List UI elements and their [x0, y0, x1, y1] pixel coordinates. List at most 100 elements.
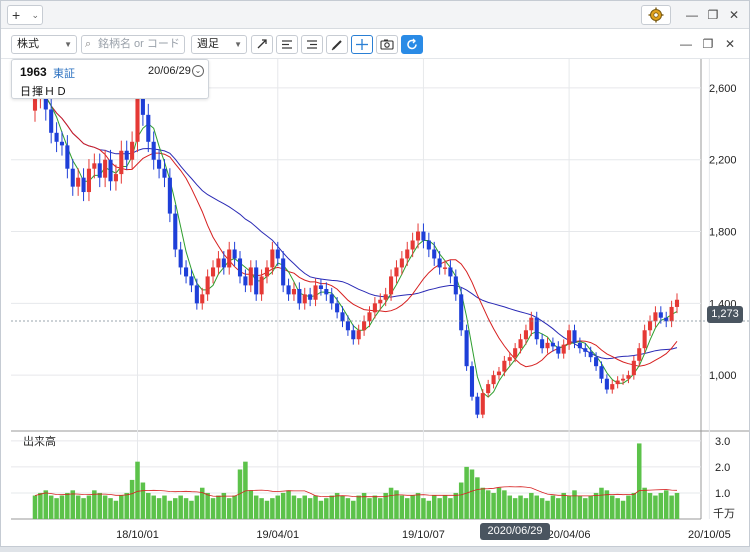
volume-bar [124, 492, 129, 519]
candle-body [205, 276, 210, 295]
volume-bar [43, 490, 49, 519]
crosshair-tool-button[interactable] [351, 35, 373, 54]
indicator-settings-button[interactable] [301, 35, 323, 54]
time-tick-label: 20/10/05 [688, 529, 731, 541]
candle-body [313, 285, 318, 300]
candle-body [507, 357, 512, 361]
ma-mid-line [34, 89, 678, 368]
volume-bar [226, 498, 232, 519]
restore-button[interactable]: ❐ [704, 6, 722, 24]
candle-body [475, 396, 480, 415]
refresh-button[interactable] [401, 35, 423, 54]
period-value: 週足 [197, 38, 219, 50]
pane-popout-button[interactable]: ❐ [699, 35, 717, 53]
price-tick-label: 1,000 [709, 370, 737, 382]
candle-body [59, 141, 65, 146]
candle-body [243, 276, 248, 286]
candle-body [583, 348, 588, 352]
draw-tool-button[interactable] [326, 35, 348, 54]
period-select[interactable]: 週足 ▼ [191, 35, 247, 54]
pane-close-button[interactable]: ✕ [721, 35, 739, 53]
indicator-list-button[interactable] [276, 35, 298, 54]
search-icon: ⌕ [85, 38, 92, 50]
candle-body [108, 159, 113, 182]
volume-bar [534, 495, 539, 519]
candle-body [631, 360, 636, 376]
candle-body [405, 249, 410, 259]
candle-body [232, 249, 237, 259]
volume-bar [162, 495, 167, 519]
volume-bar [307, 498, 313, 519]
volume-bar [329, 495, 334, 519]
volume-bar [146, 492, 151, 519]
candle-body [496, 371, 502, 376]
settings-button[interactable] [641, 5, 671, 25]
volume-bar [81, 498, 86, 519]
price-tick-label: 2,200 [709, 155, 737, 167]
minimize-button[interactable]: — [683, 6, 701, 24]
add-button[interactable]: + ⌄ [7, 5, 43, 25]
candle-body [173, 213, 178, 250]
candle-body [329, 294, 334, 304]
chart-toolbar: 株式 ▼ ⌕ 銘柄名 or コード 週足 ▼ — ❐ ✕ [1, 29, 749, 59]
candle-body [124, 150, 129, 160]
asset-type-select[interactable]: 株式 ▼ [11, 35, 77, 54]
candle-body [189, 276, 194, 286]
volume-bar [674, 492, 680, 519]
volume-bar [259, 498, 264, 519]
candle-body [610, 384, 615, 390]
candle-body [421, 231, 426, 241]
volume-bar [653, 495, 658, 519]
volume-bar [286, 490, 291, 519]
candle-body [86, 168, 91, 193]
candle-body [540, 339, 545, 349]
candle-body [426, 240, 431, 250]
volume-bar [572, 490, 577, 519]
volume-tick-label: 1.0 [715, 488, 730, 500]
candle-body [615, 380, 620, 385]
list-alt-icon [307, 40, 317, 49]
trendline-tool-button[interactable] [251, 35, 273, 54]
volume-bar [583, 498, 588, 519]
volume-bar [502, 490, 507, 519]
price-chart[interactable]: 出来高 千万 2,6002,2001,8001,4001,0003.02.01.… [1, 59, 749, 547]
volume-bar [577, 495, 583, 519]
candle-body [146, 114, 151, 142]
volume-bar [48, 495, 54, 519]
candle-body [502, 360, 507, 372]
volume-bar [167, 500, 173, 519]
candle-body [383, 294, 388, 300]
symbol-code: 1963 [20, 65, 47, 79]
volume-bar [367, 498, 372, 519]
candle-body [480, 393, 485, 415]
candle-body [54, 132, 59, 142]
candle-body [237, 258, 243, 277]
volume-bar [475, 477, 480, 519]
symbol-search-input[interactable]: ⌕ 銘柄名 or コード [81, 35, 185, 54]
chevron-down-icon[interactable]: ⌄ [192, 65, 204, 77]
volume-bar [216, 495, 221, 519]
add-label: + [12, 7, 21, 23]
volume-bar [636, 443, 642, 519]
candle-body [448, 267, 453, 277]
candle-body [70, 168, 75, 187]
volume-bar [421, 498, 426, 519]
chart-window: + ⌄ — ❐ ✕ 株式 ▼ ⌕ 銘柄名 or コード 週足 ▼ — ❐ ✕ 出… [0, 0, 750, 547]
candle-body [399, 258, 404, 268]
candle-body [92, 163, 97, 169]
candle-body [297, 288, 302, 304]
volume-bar [194, 495, 200, 519]
volume-tick-label: 2.0 [715, 462, 730, 474]
candle-body [345, 321, 350, 331]
cursor-date-badge: 2020/06/29 [480, 523, 550, 540]
chart-area[interactable]: 出来高 千万 2,600 2,200 1,800 1,400 1,000 3.0 2.0 1.… [1, 59, 749, 547]
pane-minimize-button[interactable]: — [677, 35, 695, 53]
close-button[interactable]: ✕ [725, 6, 743, 24]
volume-bar [599, 487, 604, 519]
volume-bar [550, 495, 556, 519]
volume-bar [442, 495, 448, 519]
volume-bar [561, 492, 566, 519]
screenshot-button[interactable] [376, 35, 398, 54]
candle-body [545, 342, 550, 349]
candle-body [626, 375, 631, 379]
